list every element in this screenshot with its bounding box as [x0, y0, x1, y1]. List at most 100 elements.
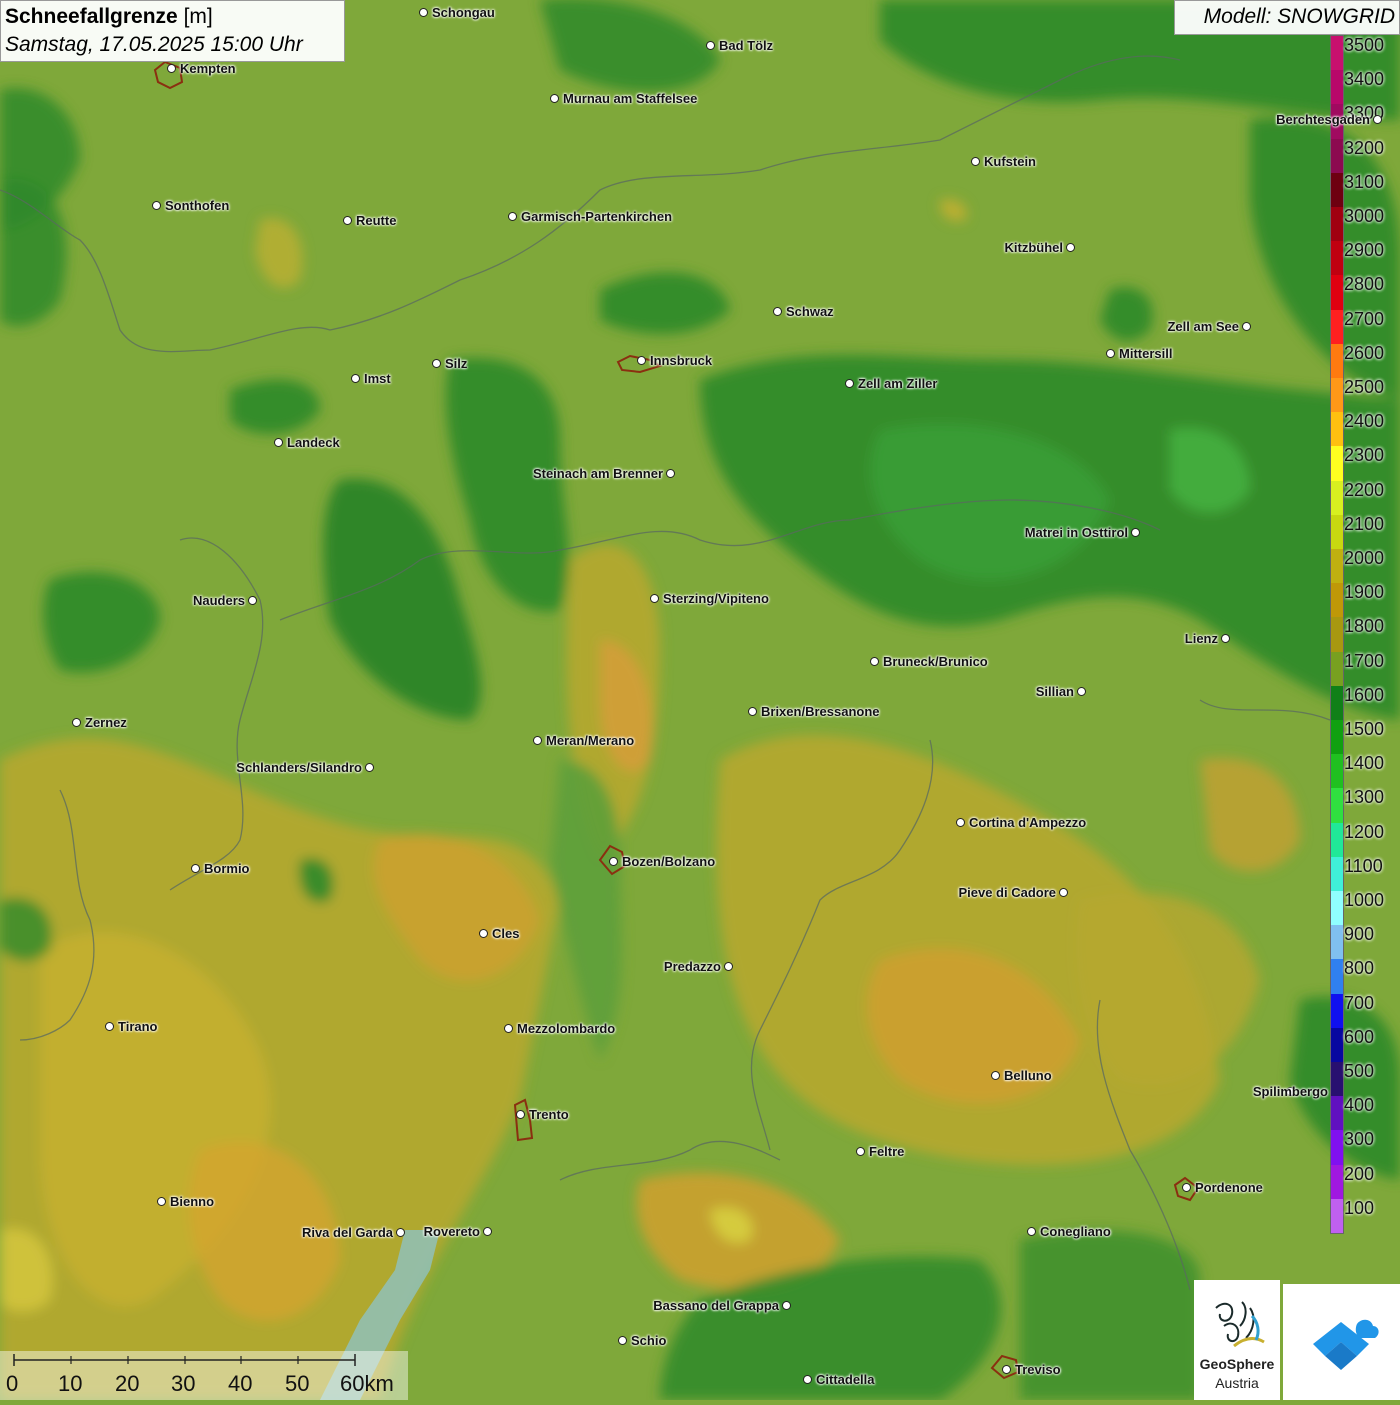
- city-dot-schwaz[interactable]: [773, 307, 782, 316]
- legend-label-2100: 2100: [1344, 513, 1385, 534]
- city-dot-mezzolombardo[interactable]: [504, 1024, 513, 1033]
- legend-swatch-800: [1331, 959, 1343, 995]
- legend-label-3500: 3500: [1344, 35, 1385, 55]
- scale-tick-10: 10: [58, 1371, 83, 1396]
- city-dot-cortina-d-ampezzo[interactable]: [956, 818, 965, 827]
- city-label-bassano-del-grappa: Bassano del Grappa: [653, 1298, 779, 1313]
- city-dot-sterzing-vipiteno[interactable]: [650, 594, 659, 603]
- legend-swatch-2000: [1331, 549, 1343, 584]
- legend-label-400: 400: [1344, 1095, 1375, 1116]
- city-label-conegliano: Conegliano: [1040, 1224, 1111, 1239]
- city-label-sterzing-vipiteno: Sterzing/Vipiteno: [663, 591, 769, 606]
- legend-label-1500: 1500: [1344, 719, 1385, 739]
- legend-label-2200: 2200: [1344, 479, 1385, 500]
- legend-swatch-1500: [1331, 720, 1343, 755]
- city-label-zell-am-see: Zell am See: [1167, 319, 1239, 334]
- city-dot-steinach-am-brenner[interactable]: [666, 469, 675, 478]
- city-dot-mittersill[interactable]: [1106, 349, 1115, 358]
- city-dot-silz[interactable]: [432, 359, 441, 368]
- city-label-bad-t-lz: Bad Tölz: [719, 38, 774, 53]
- city-dot-murnau-am-staffelsee[interactable]: [550, 94, 559, 103]
- city-dot-imst[interactable]: [351, 374, 360, 383]
- city-dot-lienz[interactable]: [1221, 634, 1230, 643]
- city-dot-rovereto[interactable]: [483, 1227, 492, 1236]
- city-label-landeck: Landeck: [287, 435, 340, 450]
- city-dot-garmisch-partenkirchen[interactable]: [508, 212, 517, 221]
- legend-swatch-400: [1331, 1096, 1343, 1131]
- city-label-trento: Trento: [529, 1107, 569, 1122]
- city-dot-cittadella[interactable]: [803, 1375, 812, 1384]
- legend-swatch-2300: [1331, 446, 1343, 482]
- city-dot-kitzb-hel[interactable]: [1066, 243, 1075, 252]
- legend-swatch-1200: [1331, 822, 1343, 858]
- legend-label-2000: 2000: [1344, 548, 1385, 568]
- city-dot-matrei-in-osttirol[interactable]: [1131, 528, 1140, 537]
- city-dot-treviso[interactable]: [1002, 1365, 1011, 1374]
- city-dot-bozen-bolzano[interactable]: [609, 857, 618, 866]
- city-dot-pieve-di-cadore[interactable]: [1059, 888, 1068, 897]
- city-dot-bassano-del-grappa[interactable]: [782, 1301, 791, 1310]
- geosphere-logo-text: GeoSphere: [1199, 1356, 1275, 1372]
- variable-unit: [m]: [183, 5, 213, 28]
- city-dot-sillian[interactable]: [1077, 687, 1086, 696]
- city-label-kempten: Kempten: [180, 61, 236, 76]
- city-dot-belluno[interactable]: [991, 1071, 1000, 1080]
- geosphere-logo[interactable]: GeoSphere Austria: [1194, 1280, 1280, 1400]
- legend-label-3400: 3400: [1344, 69, 1385, 90]
- city-dot-schlanders-silandro[interactable]: [365, 763, 374, 772]
- city-label-sonthofen: Sonthofen: [165, 198, 230, 213]
- city-dot-zell-am-see[interactable]: [1242, 322, 1251, 331]
- city-dot-tirano[interactable]: [105, 1022, 114, 1031]
- city-dot-conegliano[interactable]: [1027, 1227, 1036, 1236]
- color-legend: [1330, 35, 1344, 1234]
- city-label-schio: Schio: [631, 1333, 667, 1348]
- city-dot-berchtesgaden[interactable]: [1373, 115, 1382, 124]
- legend-label-2900: 2900: [1344, 240, 1385, 261]
- city-dot-pordenone[interactable]: [1182, 1183, 1191, 1192]
- legend-label-1200: 1200: [1344, 821, 1385, 842]
- city-dot-zernez[interactable]: [72, 718, 81, 727]
- city-dot-reutte[interactable]: [343, 216, 352, 225]
- legend-swatch-1700: [1331, 651, 1343, 687]
- city-dot-nauders[interactable]: [248, 596, 257, 605]
- city-dot-kempten[interactable]: [167, 64, 176, 73]
- legend-swatch-2200: [1331, 480, 1343, 516]
- city-dot-schongau[interactable]: [419, 8, 428, 17]
- city-label-nauders: Nauders: [192, 593, 245, 608]
- legend-label-3000: 3000: [1344, 206, 1385, 226]
- city-dot-bienno[interactable]: [157, 1197, 166, 1206]
- city-label-innsbruck: Innsbruck: [650, 353, 713, 368]
- partner-logo[interactable]: [1283, 1284, 1400, 1400]
- city-dot-predazzo[interactable]: [724, 962, 733, 971]
- city-dot-landeck[interactable]: [274, 438, 283, 447]
- legend-label-2800: 2800: [1344, 274, 1385, 295]
- legend-label-700: 700: [1344, 992, 1375, 1013]
- scale-tick-50: 50: [285, 1371, 310, 1396]
- legend-swatch-2500: [1331, 378, 1343, 413]
- city-dot-sonthofen[interactable]: [152, 201, 161, 210]
- legend-swatch-2800: [1331, 275, 1343, 311]
- city-dot-innsbruck[interactable]: [637, 356, 646, 365]
- title-panel: Schneefallgrenze [m] Samstag, 17.05.2025…: [0, 0, 345, 62]
- legend-label-2400: 2400: [1344, 411, 1385, 432]
- city-dot-riva-del-garda[interactable]: [396, 1228, 405, 1237]
- city-label-treviso: Treviso: [1015, 1362, 1061, 1377]
- city-dot-meran-merano[interactable]: [533, 736, 542, 745]
- city-dot-schio[interactable]: [618, 1336, 627, 1345]
- city-label-zell-am-ziller: Zell am Ziller: [858, 376, 938, 391]
- city-dot-bad-t-lz[interactable]: [706, 41, 715, 50]
- city-dot-brixen-bressanone[interactable]: [748, 707, 757, 716]
- scale-bar: 0 10 20 30 40 50 60km: [0, 1351, 408, 1400]
- city-dot-cles[interactable]: [479, 929, 488, 938]
- city-label-riva-del-garda: Riva del Garda: [301, 1225, 393, 1240]
- legend-label-1300: 1300: [1344, 787, 1385, 808]
- legend-swatch-1900: [1331, 583, 1343, 618]
- city-dot-feltre[interactable]: [856, 1147, 865, 1156]
- city-label-pordenone: Pordenone: [1195, 1180, 1263, 1195]
- city-dot-bormio[interactable]: [191, 864, 200, 873]
- city-label-mezzolombardo: Mezzolombardo: [517, 1021, 616, 1036]
- city-dot-trento[interactable]: [516, 1110, 525, 1119]
- city-dot-kufstein[interactable]: [971, 157, 980, 166]
- city-dot-bruneck-brunico[interactable]: [870, 657, 879, 666]
- city-dot-zell-am-ziller[interactable]: [845, 379, 854, 388]
